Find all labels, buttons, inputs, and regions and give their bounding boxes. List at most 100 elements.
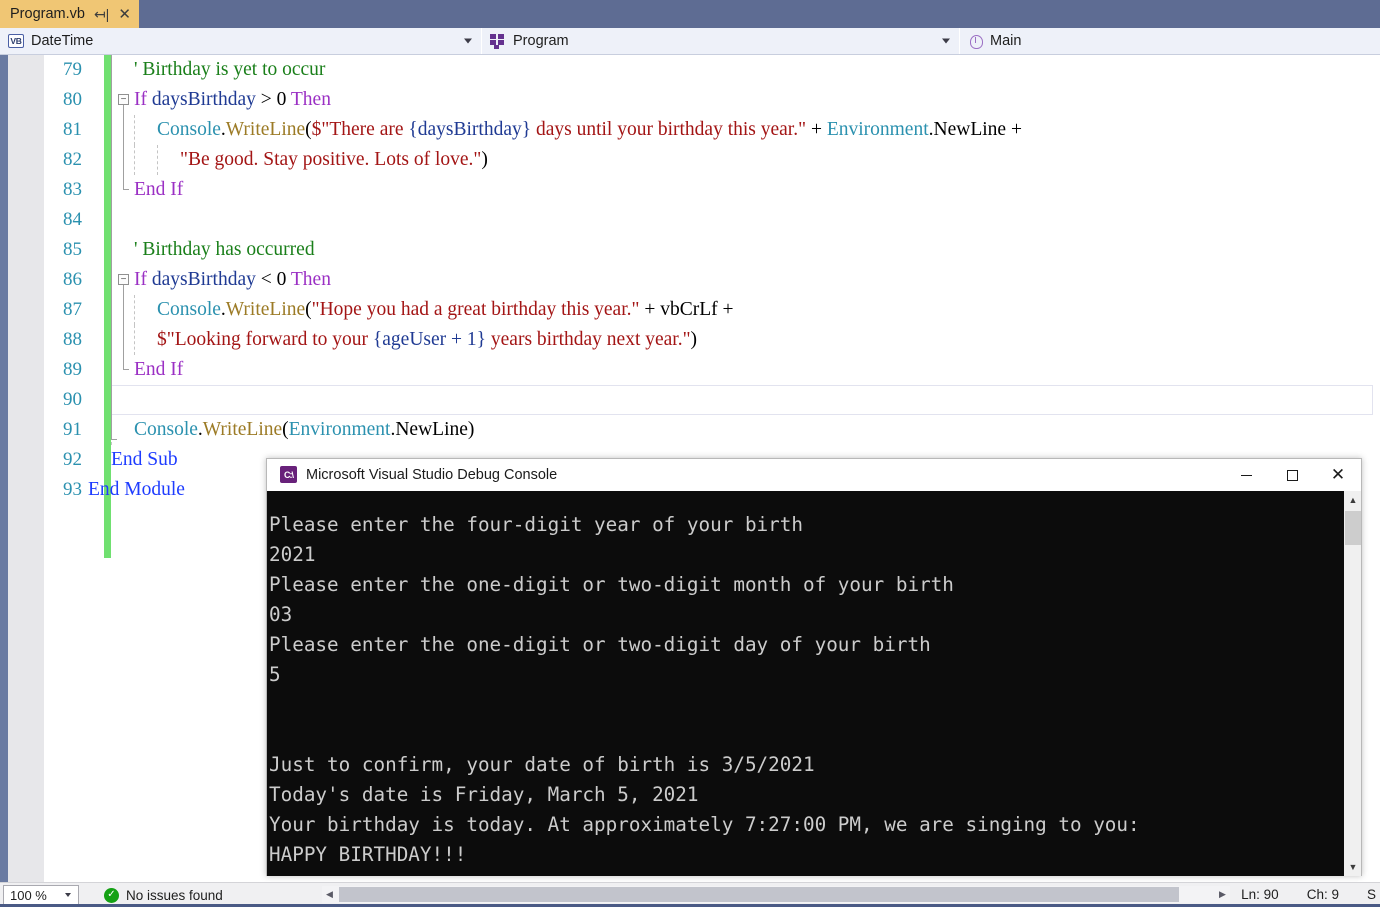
code-line-text: ' Birthday has occurred	[134, 235, 315, 265]
status-bar: 100 % ✓ No issues found ◀ ▶ Ln: 90 Ch: 9…	[0, 882, 1380, 907]
line-number: 80	[63, 89, 82, 110]
console-title-bar[interactable]: C:\ Microsoft Visual Studio Debug Consol…	[267, 459, 1361, 491]
triangle-left-icon[interactable]: ◀	[322, 886, 337, 903]
line-number: 82	[63, 149, 82, 170]
code-token: Environment	[288, 419, 391, 440]
chevron-down-icon[interactable]: ▼	[1344, 858, 1361, 876]
indent-guide	[134, 325, 135, 355]
line-number: 91	[63, 419, 82, 440]
maximize-icon[interactable]	[1269, 459, 1315, 491]
close-icon[interactable]: ✕	[1315, 459, 1361, 491]
code-line[interactable]: 80 − If daysBirthday > 0 Then	[0, 85, 1380, 115]
code-token: "Be good. Stay positive. Lots of love."	[180, 149, 482, 170]
outlining-region-end	[111, 439, 117, 440]
chevron-down-icon[interactable]	[942, 38, 950, 44]
line-number: 93	[63, 479, 82, 500]
indent-guide	[134, 295, 135, 325]
issues-label: No issues found	[126, 887, 223, 903]
outlining-region-line	[123, 105, 124, 189]
chevron-up-icon[interactable]: ▲	[1344, 491, 1361, 509]
vb-file-icon: VB	[8, 34, 24, 48]
document-tab-strip: Program.vb ↤| ✕	[0, 0, 1380, 28]
code-token: WriteLine	[202, 419, 283, 440]
code-token: > 0	[255, 89, 291, 110]
code-line[interactable]: 81 Console.WriteLine($"There are {daysBir…	[0, 115, 1380, 145]
code-token: years birthday next year."	[486, 329, 691, 350]
code-token: Console	[157, 299, 221, 320]
code-line-text: "Be good. Stay positive. Lots of love.")	[180, 145, 488, 175]
chevron-down-icon[interactable]	[65, 893, 71, 897]
code-token: )	[690, 329, 698, 350]
outlining-region-line	[111, 55, 112, 439]
line-number: 79	[63, 59, 82, 80]
close-icon[interactable]: ✕	[118, 7, 131, 22]
code-line-text: ' Birthday is yet to occur	[134, 55, 325, 85]
indent-guide	[134, 145, 135, 175]
outlining-collapse-toggle[interactable]: −	[118, 274, 129, 285]
code-line-text: Console.WriteLine($"There are {daysBirth…	[157, 115, 1022, 145]
code-token: ' Birthday has occurred	[134, 239, 315, 260]
code-line[interactable]: 84	[0, 205, 1380, 235]
code-token: End Module	[88, 479, 185, 500]
issues-status[interactable]: ✓ No issues found	[104, 887, 223, 903]
console-app-icon: C:\	[280, 466, 297, 483]
code-line[interactable]: 82 "Be good. Stay positive. Lots of love.…	[0, 145, 1380, 175]
code-token: < 0	[255, 269, 291, 290]
code-token: NewLine +	[933, 119, 1022, 140]
minimize-icon[interactable]	[1223, 459, 1269, 491]
navbar-module-dropdown[interactable]: Program	[482, 28, 960, 54]
code-line[interactable]: 79 ' Birthday is yet to occur	[0, 55, 1380, 85]
scrollbar-thumb[interactable]	[339, 887, 1179, 902]
console-vertical-scrollbar[interactable]: ▲ ▼	[1343, 491, 1361, 876]
scrollbar-track[interactable]	[337, 886, 1215, 903]
window-controls: ✕	[1223, 459, 1361, 491]
line-number: 88	[63, 329, 82, 350]
insert-mode-indicator: S	[1366, 887, 1376, 902]
navbar-module-label: Program	[513, 33, 569, 49]
code-line-text: If daysBirthday < 0 Then	[134, 265, 331, 295]
chevron-down-icon[interactable]	[464, 38, 472, 44]
code-line[interactable]: 85 ' Birthday has occurred	[0, 235, 1380, 265]
navbar-member-dropdown[interactable]: Main	[960, 28, 1380, 54]
triangle-right-icon[interactable]: ▶	[1215, 886, 1230, 903]
code-line-text: Console.WriteLine("Hope you had a great …	[157, 295, 734, 325]
navbar-member-label: Main	[990, 33, 1022, 49]
code-line[interactable]: 90	[0, 385, 1380, 415]
code-line-text: Console.WriteLine(Environment.NewLine)	[134, 415, 474, 445]
indent-guide	[157, 145, 158, 175]
code-line[interactable]: 88 $"Looking forward to your {ageUser + 1…	[0, 325, 1380, 355]
visual-studio-window: Program.vb ↤| ✕ VB DateTime Program Main…	[0, 0, 1380, 907]
code-token: +	[806, 119, 827, 140]
navbar-type-label: DateTime	[31, 33, 94, 49]
line-number: 85	[63, 239, 82, 260]
code-line[interactable]: 91 Console.WriteLine(Environment.NewLine)	[0, 415, 1380, 445]
line-number: 86	[63, 269, 82, 290]
line-number: 90	[63, 389, 82, 410]
code-token: Console	[134, 419, 198, 440]
code-line[interactable]: 83 End If	[0, 175, 1380, 205]
code-token: days until your birthday this year."	[531, 119, 807, 140]
outlining-collapse-toggle[interactable]: −	[118, 94, 129, 105]
code-line[interactable]: 87 Console.WriteLine("Hope you had a grea…	[0, 295, 1380, 325]
editor-horizontal-scrollbar[interactable]: ◀ ▶	[322, 886, 1230, 903]
code-token: )	[481, 149, 488, 170]
console-output-area[interactable]: Please enter the four-digit year of your…	[267, 491, 1361, 876]
code-token: {ageUser + 1}	[372, 329, 487, 350]
code-line-text: End If	[134, 355, 183, 385]
code-line-text: End Sub	[111, 445, 178, 475]
code-token: End Sub	[111, 449, 178, 470]
code-token: Then	[290, 269, 331, 290]
code-token: WriteLine	[225, 299, 306, 320]
code-line[interactable]: 86 − If daysBirthday < 0 Then	[0, 265, 1380, 295]
code-token: daysBirthday	[151, 89, 256, 110]
pin-icon[interactable]: ↤|	[94, 7, 109, 21]
zoom-level-dropdown[interactable]: 100 %	[3, 884, 79, 906]
tab-program-vb[interactable]: Program.vb ↤| ✕	[0, 0, 139, 28]
line-indicator: Ln: 90	[1241, 887, 1279, 902]
code-token: WriteLine	[225, 119, 306, 140]
code-line[interactable]: 89 End If	[0, 355, 1380, 385]
scrollbar-thumb[interactable]	[1345, 511, 1361, 545]
debug-console-window[interactable]: C:\ Microsoft Visual Studio Debug Consol…	[266, 458, 1362, 876]
navbar-type-dropdown[interactable]: VB DateTime	[0, 28, 482, 54]
code-token: $"Looking forward to your	[157, 329, 373, 350]
